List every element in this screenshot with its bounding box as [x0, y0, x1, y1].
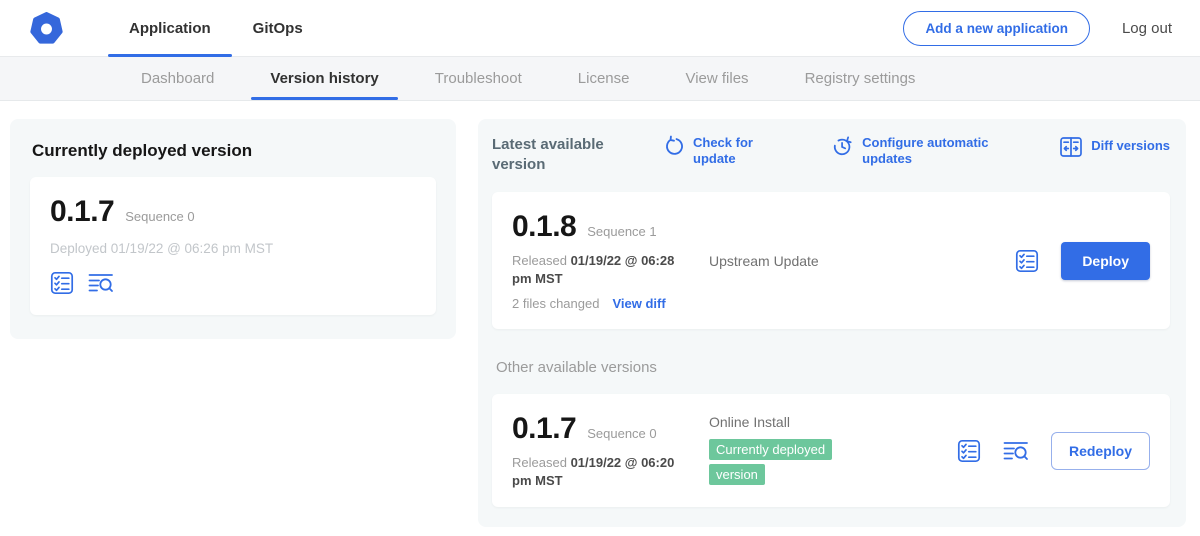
other-version-number: 0.1.7 — [512, 412, 576, 446]
other-version-info: 0.1.7 Sequence 0 Released 01/19/22 @ 06:… — [512, 412, 709, 489]
latest-version-source: Upstream Update — [709, 253, 1015, 269]
topbar: Application GitOps Add a new application… — [0, 0, 1200, 57]
latest-released-timestamp: Released 01/19/22 @ 06:28 pm MST — [512, 252, 688, 287]
add-application-button[interactable]: Add a new application — [903, 11, 1090, 46]
subnav-troubleshoot-label: Troubleshoot — [435, 70, 522, 87]
logout-link[interactable]: Log out — [1122, 20, 1172, 37]
subnav-view-files-label: View files — [685, 70, 748, 87]
tab-application-label: Application — [129, 20, 211, 37]
subnav-tab-troubleshoot[interactable]: Troubleshoot — [412, 57, 545, 100]
latest-version-actions: Deploy — [1015, 242, 1150, 280]
auto-update-clock-icon — [832, 135, 854, 157]
heptagon-logo-glyph — [30, 12, 63, 45]
subnav-tab-license[interactable]: License — [555, 57, 653, 100]
deploy-logs-icon[interactable] — [88, 271, 114, 295]
configure-automatic-updates-link[interactable]: Configure automatic updates — [832, 135, 994, 166]
deployed-sequence: Sequence 0 — [125, 209, 194, 224]
top-nav: Application GitOps — [108, 0, 324, 56]
subnav-tab-view-files[interactable]: View files — [662, 57, 771, 100]
topbar-right: Add a new application Log out — [903, 11, 1172, 46]
other-version-card: 0.1.7 Sequence 0 Released 01/19/22 @ 06:… — [492, 394, 1170, 507]
latest-version-info: 0.1.8 Sequence 1 Released 01/19/22 @ 06:… — [512, 210, 709, 311]
latest-version-title: Latest available version — [492, 135, 622, 174]
upstream-update-label: Upstream Update — [709, 253, 1015, 269]
other-released-timestamp: Released 01/19/22 @ 06:20 pm MST — [512, 454, 688, 489]
configure-automatic-updates-label: Configure automatic updates — [862, 135, 994, 166]
currently-deployed-badge: Currently deployed version — [709, 439, 832, 486]
currently-deployed-title: Currently deployed version — [32, 141, 436, 161]
subnav-registry-settings-label: Registry settings — [805, 70, 916, 87]
tab-application[interactable]: Application — [108, 0, 232, 56]
subnav-tab-version-history[interactable]: Version history — [247, 57, 401, 100]
subnav-version-history-label: Version history — [270, 70, 378, 87]
preflight-checks-icon[interactable] — [1015, 249, 1039, 273]
check-for-update-label: Check for update — [693, 135, 767, 166]
currently-deployed-badge-wrap: Currently deployed version — [709, 437, 861, 488]
other-version-row: 0.1.7 Sequence 0 — [512, 412, 709, 446]
files-changed-row: 2 files changed View diff — [512, 296, 709, 311]
diff-versions-link[interactable]: Diff versions — [1059, 135, 1170, 166]
version-actions: Check for update Configure automatic upd… — [664, 135, 1170, 166]
latest-sequence: Sequence 1 — [587, 224, 656, 239]
deployed-timestamp: Deployed 01/19/22 @ 06:26 pm MST — [50, 241, 416, 256]
subnav-tab-dashboard[interactable]: Dashboard — [118, 57, 237, 100]
released-prefix: Released — [512, 253, 567, 268]
kots-admin-console: Application GitOps Add a new application… — [0, 0, 1200, 536]
version-history-page: Currently deployed version 0.1.7 Sequenc… — [0, 101, 1200, 527]
deploy-button[interactable]: Deploy — [1061, 242, 1150, 280]
latest-version-card: 0.1.8 Sequence 1 Released 01/19/22 @ 06:… — [492, 192, 1170, 329]
currently-deployed-panel: Currently deployed version 0.1.7 Sequenc… — [10, 119, 456, 339]
other-version-source: Online Install Currently deployed versio… — [709, 414, 957, 488]
deployed-actions — [50, 271, 416, 295]
deployed-version-card: 0.1.7 Sequence 0 Deployed 01/19/22 @ 06:… — [30, 177, 436, 315]
deployed-version-row: 0.1.7 Sequence 0 — [50, 195, 416, 229]
redeploy-button[interactable]: Redeploy — [1051, 432, 1150, 470]
view-diff-link[interactable]: View diff — [612, 296, 665, 311]
preflight-checks-icon[interactable] — [957, 439, 981, 463]
tab-gitops[interactable]: GitOps — [232, 0, 324, 56]
tab-gitops-label: GitOps — [253, 20, 303, 37]
refresh-icon — [664, 135, 685, 157]
deploy-logs-icon[interactable] — [1003, 439, 1029, 463]
subnav-dashboard-label: Dashboard — [141, 70, 214, 87]
available-versions-panel: Latest available version Check for updat… — [478, 119, 1186, 527]
other-sequence: Sequence 0 — [587, 426, 656, 441]
deployed-version-number: 0.1.7 — [50, 195, 114, 229]
diff-versions-icon — [1059, 135, 1083, 159]
other-versions-title: Other available versions — [496, 359, 1170, 376]
latest-version-number: 0.1.8 — [512, 210, 576, 244]
diff-versions-label: Diff versions — [1091, 138, 1170, 154]
app-subnav: Dashboard Version history Troubleshoot L… — [0, 57, 1200, 101]
preflight-checks-icon[interactable] — [50, 271, 74, 295]
files-changed-count: 2 files changed — [512, 296, 599, 311]
other-version-actions: Redeploy — [957, 432, 1150, 470]
app-logo-icon[interactable] — [30, 11, 64, 45]
check-for-update-link[interactable]: Check for update — [664, 135, 767, 166]
subnav-license-label: License — [578, 70, 630, 87]
latest-version-header: Latest available version Check for updat… — [492, 135, 1170, 174]
online-install-label: Online Install — [709, 414, 957, 430]
released-prefix: Released — [512, 455, 567, 470]
latest-version-row: 0.1.8 Sequence 1 — [512, 210, 709, 244]
subnav-tab-registry-settings[interactable]: Registry settings — [782, 57, 939, 100]
